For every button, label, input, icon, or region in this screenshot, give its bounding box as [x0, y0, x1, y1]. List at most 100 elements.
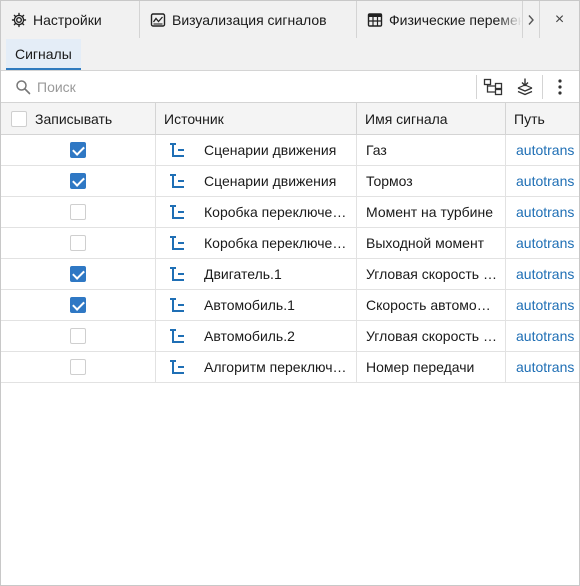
column-label: Записывать [35, 110, 113, 127]
source-label: Автомобиль.2 [204, 328, 295, 344]
search-icon [16, 80, 31, 95]
signal-label: Угловая скорость колеса [366, 328, 498, 344]
table-row[interactable]: Коробка переключения Момент на турбине aut… [1, 197, 579, 228]
source-cell: Сценарии движения [156, 166, 357, 196]
search-input[interactable] [37, 76, 467, 98]
record-checkbox[interactable] [70, 204, 86, 220]
signal-cell: Момент на турбине [357, 197, 506, 227]
table-header: Записывать Источник Имя сигнала Путь [1, 103, 579, 135]
column-source[interactable]: Источник [156, 103, 357, 134]
table-icon [367, 12, 383, 27]
source-label: Сценарии движения [204, 173, 337, 189]
source-cell: Алгоритм переключения [156, 352, 357, 382]
tab-label: Настройки [33, 11, 102, 28]
record-cell [1, 135, 156, 165]
path-link[interactable]: autotrans [516, 235, 574, 251]
record-checkbox[interactable] [70, 328, 86, 344]
gear-icon [11, 12, 27, 27]
source-cell: Коробка переключения [156, 197, 357, 227]
signal-label: Выходной момент [366, 235, 485, 251]
source-label: Автомобиль.1 [204, 297, 295, 313]
block-source-icon [170, 329, 184, 343]
source-cell: Коробка переключения [156, 228, 357, 258]
path-link[interactable]: autotrans [516, 328, 574, 344]
toolbar [1, 71, 579, 103]
record-checkbox[interactable] [70, 266, 86, 282]
table-row[interactable]: Автомобиль.1 Скорость автомобиля autotrans [1, 290, 579, 321]
record-cell [1, 197, 156, 227]
signal-cell: Угловая скорость двигателя [357, 259, 506, 289]
path-link[interactable]: autotrans [516, 142, 574, 158]
path-cell: autotrans [506, 321, 579, 351]
tab-scroll-button[interactable] [523, 1, 539, 38]
signal-cell: Скорость автомобиля [357, 290, 506, 320]
record-checkbox[interactable] [70, 173, 86, 189]
block-source-icon [170, 143, 184, 157]
signal-label: Угловая скорость двигателя [366, 266, 498, 282]
signal-label: Газ [366, 142, 387, 158]
column-signal-name[interactable]: Имя сигнала [357, 103, 506, 134]
path-link[interactable]: autotrans [516, 173, 574, 189]
signal-cell: Выходной момент [357, 228, 506, 258]
tab-settings[interactable]: Настройки [1, 1, 140, 38]
subtab-strip: Сигналы [1, 38, 579, 71]
more-button[interactable] [546, 75, 574, 99]
path-link[interactable]: autotrans [516, 204, 574, 220]
more-vertical-icon [558, 79, 562, 95]
source-label: Сценарии движения [204, 142, 337, 158]
select-all-checkbox[interactable] [11, 110, 27, 127]
table-row[interactable]: Сценарии движения Тормоз autotrans [1, 166, 579, 197]
tab-signal-visualization[interactable]: Визуализация сигналов [140, 1, 357, 38]
record-checkbox[interactable] [70, 142, 86, 158]
close-button[interactable]: × [539, 1, 579, 38]
block-source-icon [170, 236, 184, 250]
record-checkbox[interactable] [70, 235, 86, 251]
column-label: Источник [164, 110, 224, 127]
signal-label: Тормоз [366, 173, 413, 189]
tab-strip: Настройки Визуализация сигналов Физическ… [1, 1, 579, 38]
column-record[interactable]: Записывать [1, 103, 156, 134]
source-cell: Автомобиль.2 [156, 321, 357, 351]
signal-label: Номер передачи [366, 359, 475, 375]
record-checkbox[interactable] [70, 297, 86, 313]
table-row[interactable]: Автомобиль.2 Угловая скорость колеса autot… [1, 321, 579, 352]
record-cell [1, 290, 156, 320]
block-source-icon [170, 174, 184, 188]
path-link[interactable]: autotrans [516, 359, 574, 375]
signal-cell: Номер передачи [357, 352, 506, 382]
block-source-icon [170, 360, 184, 374]
source-label: Коробка переключения [204, 235, 351, 251]
toolbar-divider [476, 75, 477, 99]
close-icon: × [554, 10, 565, 28]
column-path[interactable]: Путь [506, 103, 579, 134]
column-label: Имя сигнала [365, 110, 448, 127]
signal-cell: Газ [357, 135, 506, 165]
signal-cell: Угловая скорость колеса [357, 321, 506, 351]
table-row[interactable]: Сценарии движения Газ autotrans [1, 135, 579, 166]
table-row[interactable]: Двигатель.1 Угловая скорость двигателя aut… [1, 259, 579, 290]
chevron-right-icon [528, 14, 534, 25]
import-signals-button[interactable] [512, 75, 538, 99]
record-checkbox[interactable] [70, 359, 86, 375]
signals-table-body: Сценарии движения Газ autotrans Сценарии дв… [1, 135, 579, 383]
record-cell [1, 321, 156, 351]
tab-label: Визуализация сигналов [172, 11, 327, 28]
signal-label: Скорость автомобиля [366, 297, 498, 313]
hierarchy-button[interactable] [480, 75, 506, 99]
table-row[interactable]: Алгоритм переключения Номер передачи autot… [1, 352, 579, 383]
hierarchy-icon [483, 78, 503, 96]
record-cell [1, 352, 156, 382]
block-source-icon [170, 267, 184, 281]
subtab-signals[interactable]: Сигналы [6, 39, 81, 70]
tab-label: Физические переменные [389, 11, 522, 28]
path-link[interactable]: autotrans [516, 297, 574, 313]
source-label: Двигатель.1 [204, 266, 282, 282]
path-link[interactable]: autotrans [516, 266, 574, 282]
path-cell: autotrans [506, 228, 579, 258]
path-cell: autotrans [506, 259, 579, 289]
table-row[interactable]: Коробка переключения Выходной момент autot… [1, 228, 579, 259]
path-cell: autotrans [506, 166, 579, 196]
signal-visualization-icon [150, 12, 166, 27]
tab-physical-variables[interactable]: Физические переменные [357, 1, 523, 38]
path-cell: autotrans [506, 352, 579, 382]
